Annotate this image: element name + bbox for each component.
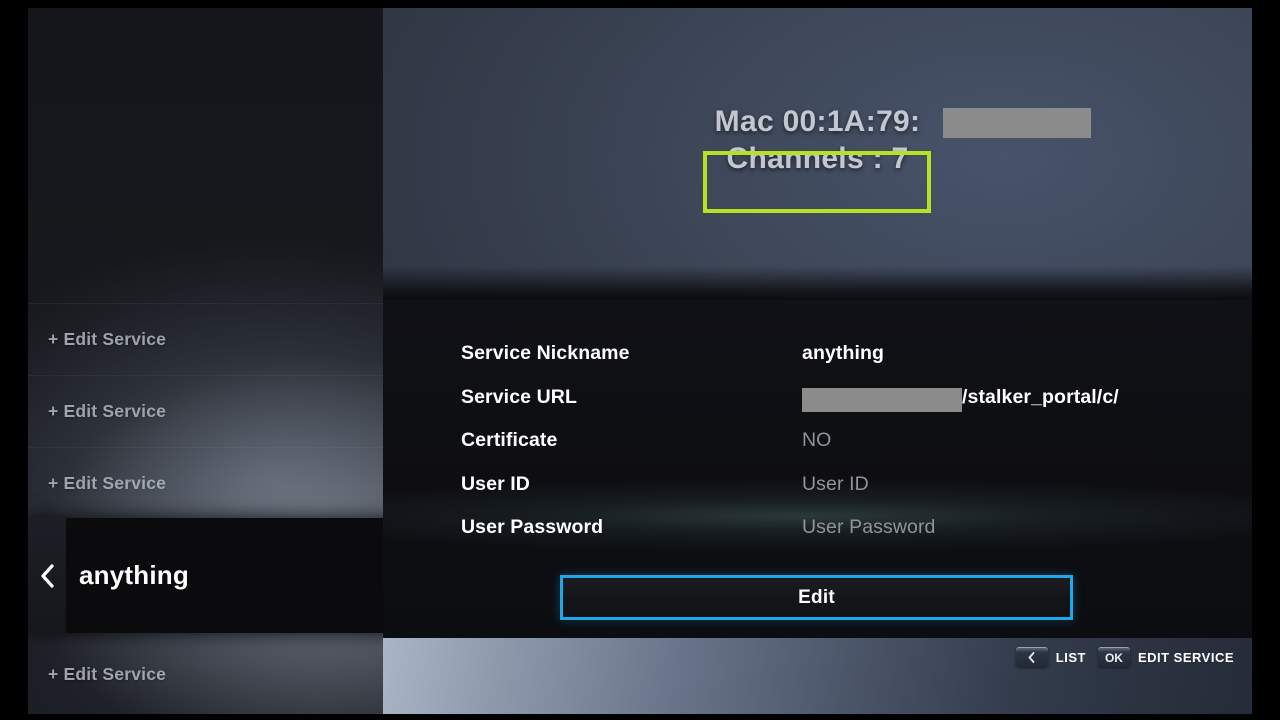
mac-address-label: Mac 00:1A:79: — [714, 105, 921, 138]
sidebar-item-label: + Edit Service — [48, 663, 167, 684]
sidebar-item-edit-service-1[interactable]: + Edit Service — [28, 303, 383, 375]
sidebar-item-edit-service-2[interactable]: + Edit Service — [28, 375, 383, 447]
form-row-user-id[interactable]: User ID User ID — [461, 473, 1221, 517]
service-settings-form: Service Nickname anything Service URL /s… — [461, 342, 1221, 560]
chevron-left-icon — [39, 562, 56, 590]
channels-count-text: Channels : 7 — [726, 141, 909, 175]
panel-body: Service Nickname anything Service URL /s… — [383, 300, 1252, 638]
field-value-user-password: User Password — [802, 516, 936, 538]
field-label-service-url: Service URL — [461, 385, 577, 408]
sidebar-item-label: + Edit Service — [48, 329, 167, 349]
sidebar-item-selected-service[interactable]: anything — [28, 518, 420, 633]
ok-key-cap: OK — [1097, 647, 1130, 667]
field-label-service-nickname: Service Nickname — [461, 342, 630, 364]
field-value-service-nickname: anything — [802, 342, 885, 364]
sidebar-item-label: + Edit Service — [48, 401, 167, 421]
form-row-certificate[interactable]: Certificate NO — [461, 429, 1221, 473]
selected-service-name: anything — [79, 560, 189, 590]
footer-hint-bar: LIST OK EDIT SERVICE — [383, 638, 1252, 714]
key-hints: LIST OK EDIT SERVICE — [1015, 647, 1234, 667]
sidebar-item-label: + Edit Service — [48, 473, 167, 493]
mac-address-redaction — [942, 108, 1091, 138]
service-url-path: /stalker_portal/c/ — [962, 385, 1119, 408]
field-value-user-id: User ID — [802, 472, 869, 495]
field-label-user-password: User Password — [461, 516, 604, 538]
service-url-redaction — [802, 387, 962, 412]
tv-app-screen: + Edit Service + Edit Service + Edit Ser… — [0, 0, 1280, 720]
back-key-cap — [1015, 647, 1048, 667]
mac-address-line: Mac 00:1A:79: — [714, 104, 1091, 141]
sidebar-item-edit-service-3[interactable]: + Edit Service — [28, 447, 383, 519]
field-value-certificate: NO — [802, 429, 832, 451]
back-button[interactable] — [28, 518, 66, 633]
form-row-service-url[interactable]: Service URL /stalker_portal/c/ — [461, 386, 1221, 430]
field-value-service-url: /stalker_portal/c/ — [802, 385, 1221, 412]
panel-header: Mac 00:1A:79: Channels : 7 — [383, 8, 1252, 300]
edit-button[interactable]: Edit — [560, 575, 1073, 620]
header-text-block: Mac 00:1A:79: Channels : 7 — [383, 104, 1252, 177]
form-row-service-nickname[interactable]: Service Nickname anything — [461, 342, 1221, 386]
hint-label-edit-service: EDIT SERVICE — [1137, 649, 1234, 665]
edit-button-label: Edit — [798, 586, 835, 608]
hint-label-list: LIST — [1055, 649, 1086, 665]
service-detail-panel: Mac 00:1A:79: Channels : 7 Service Nickn… — [383, 8, 1252, 714]
form-row-user-password[interactable]: User Password User Password — [461, 516, 1221, 560]
field-label-certificate: Certificate — [461, 429, 558, 451]
hint-edit-service[interactable]: OK EDIT SERVICE — [1097, 647, 1234, 667]
hint-list[interactable]: LIST — [1015, 647, 1086, 667]
field-label-user-id: User ID — [461, 472, 530, 495]
selected-service-body[interactable]: anything — [66, 518, 420, 633]
sidebar-item-edit-service-4[interactable]: + Edit Service — [28, 638, 383, 710]
chevron-left-icon — [1027, 651, 1036, 664]
